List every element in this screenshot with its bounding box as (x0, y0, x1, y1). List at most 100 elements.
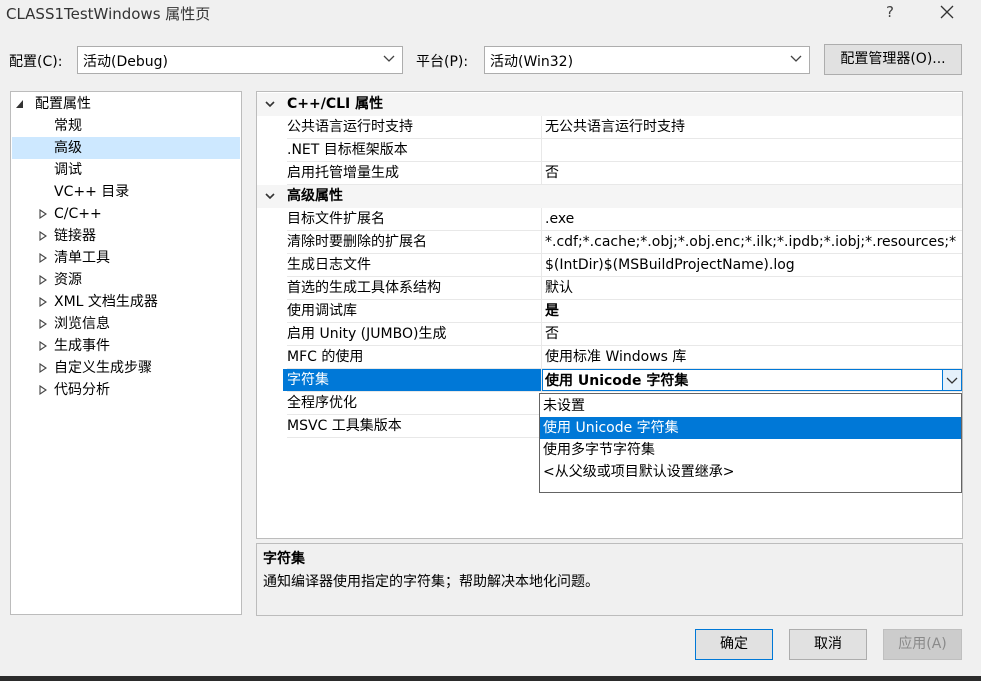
property-row[interactable]: 清除时要删除的扩展名 *.cdf;*.cache;*.obj;*.obj.enc;… (257, 231, 962, 254)
collapsed-triangle-icon (39, 231, 47, 241)
property-value[interactable]: 使用标准 Windows 库 (545, 346, 962, 368)
tree-item-label: VC++ 目录 (54, 184, 130, 200)
close-icon (940, 5, 954, 19)
tree-root-label: 配置属性 (35, 96, 91, 112)
property-row[interactable]: MFC 的使用 使用标准 Windows 库 (257, 346, 962, 369)
property-row[interactable]: 首选的生成工具体系结构 默认 (257, 277, 962, 300)
apply-button[interactable]: 应用(A) (883, 629, 962, 660)
column-divider (541, 323, 542, 346)
property-value[interactable]: 否 (545, 323, 962, 345)
property-tree[interactable]: 配置属性 常规高级调试 VC++ 目录 C/C++ 链接器 清单工具资源 XML 文档生成… (10, 91, 242, 615)
property-name: 启用 Unity (JUMBO)生成 (287, 326, 447, 342)
tree-item[interactable]: 资源 (12, 269, 240, 291)
collapsed-triangle-icon (39, 385, 47, 395)
chevron-down-icon (265, 193, 275, 200)
property-row[interactable]: 生成日志文件 $(IntDir)$(MSBuildProjectName).log (257, 254, 962, 277)
tree-item-label: 生成事件 (54, 338, 110, 354)
title-bar: CLASS1TestWindows 属性页 ? (0, 0, 981, 26)
expanded-triangle-icon (16, 100, 23, 108)
property-value[interactable]: *.cdf;*.cache;*.obj;*.obj.enc;*.ilk;*.ip… (545, 231, 962, 253)
tree-item[interactable]: C/C++ (12, 203, 240, 225)
config-combo[interactable]: 活动(Debug) (77, 46, 403, 74)
collapsed-triangle-icon (39, 209, 47, 219)
column-divider (541, 277, 542, 300)
close-button[interactable] (932, 0, 962, 24)
description-text: 通知编译器使用指定的字符集；帮助解决本地化问题。 (263, 574, 599, 590)
property-value[interactable]: 无公共语言运行时支持 (545, 116, 962, 138)
tree-item[interactable]: XML 文档生成器 (12, 291, 240, 313)
collapsed-triangle-icon (39, 319, 47, 329)
collapsed-triangle-icon (39, 341, 47, 351)
property-row[interactable]: 目标文件扩展名 .exe (257, 208, 962, 231)
tree-item-label: 资源 (54, 272, 82, 288)
tree-item[interactable]: VC++ 目录 (12, 181, 240, 203)
property-value[interactable]: 是 (545, 300, 962, 322)
property-value[interactable]: 使用 Unicode 字符集 (540, 369, 962, 391)
dropdown-option[interactable]: 使用多字节字符集 (540, 439, 961, 461)
property-value[interactable]: 默认 (545, 277, 962, 299)
config-manager-button[interactable]: 配置管理器(O)... (824, 44, 962, 75)
column-divider (541, 254, 542, 277)
property-name: .NET 目标框架版本 (287, 142, 408, 158)
help-button[interactable]: ? (880, 1, 900, 23)
dropdown-option[interactable]: 使用 Unicode 字符集 (540, 417, 961, 439)
property-name: 公共语言运行时支持 (287, 119, 413, 135)
tree-item[interactable]: 代码分析 (12, 379, 240, 401)
tree-item[interactable]: 自定义生成步骤 (12, 357, 240, 379)
tree-item-label: 浏览信息 (54, 316, 110, 332)
platform-combo[interactable]: 活动(Win32) (484, 46, 810, 74)
property-name: MSVC 工具集版本 (287, 418, 402, 434)
tree-item[interactable]: 调试 (12, 159, 240, 181)
description-panel: 字符集 通知编译器使用指定的字符集；帮助解决本地化问题。 (256, 543, 963, 616)
charset-dropdown-list[interactable]: 未设置 使用 Unicode 字符集 使用多字节字符集 <从父级或项目默认设置继承> (539, 393, 962, 493)
platform-label: 平台(P): (416, 54, 469, 70)
property-row[interactable]: 启用 Unity (JUMBO)生成 否 (257, 323, 962, 346)
property-name: 生成日志文件 (287, 257, 371, 273)
category-label: 高级属性 (287, 188, 343, 204)
config-label: 配置(C): (9, 54, 63, 70)
category-label: C++/CLI 属性 (287, 96, 384, 112)
config-value: 活动(Debug) (83, 54, 168, 70)
property-name: 字符集 (283, 369, 543, 391)
property-name: 首选的生成工具体系结构 (287, 280, 441, 296)
property-value[interactable]: $(IntDir)$(MSBuildProjectName).log (545, 254, 962, 276)
collapsed-triangle-icon (39, 297, 47, 307)
property-name: 清除时要删除的扩展名 (287, 234, 427, 250)
property-row[interactable]: 使用调试库 是 (257, 300, 962, 323)
property-row[interactable]: 启用托管增量生成 否 (257, 162, 962, 185)
chevron-down-icon (265, 101, 275, 108)
tree-item[interactable]: 链接器 (12, 225, 240, 247)
tree-item-label: 代码分析 (54, 382, 110, 398)
category-header[interactable]: 高级属性 (257, 185, 962, 208)
cancel-button[interactable]: 取消 (789, 629, 867, 660)
column-divider (541, 231, 542, 254)
taskbar-edge (0, 676, 981, 681)
column-divider (541, 346, 542, 369)
collapsed-triangle-icon (39, 253, 47, 263)
tree-item-label: 自定义生成步骤 (54, 360, 152, 376)
property-row[interactable]: .NET 目标框架版本 (257, 139, 962, 162)
property-value[interactable] (545, 139, 962, 161)
tree-item[interactable]: 生成事件 (12, 335, 240, 357)
property-value[interactable]: 否 (545, 162, 962, 184)
tree-item-label: 高级 (54, 140, 82, 156)
property-row[interactable]: 公共语言运行时支持 无公共语言运行时支持 (257, 116, 962, 139)
tree-item-label: C/C++ (54, 206, 102, 222)
tree-item[interactable]: 浏览信息 (12, 313, 240, 335)
dropdown-option[interactable]: 未设置 (540, 395, 961, 417)
tree-item[interactable]: 高级 (12, 137, 240, 159)
property-value[interactable]: .exe (545, 208, 962, 230)
tree-item[interactable]: 清单工具 (12, 247, 240, 269)
property-name: 目标文件扩展名 (287, 211, 385, 227)
tree-item[interactable]: 常规 (12, 115, 240, 137)
description-title: 字符集 (263, 551, 305, 567)
property-name: 全程序优化 (287, 395, 357, 411)
column-divider (541, 369, 542, 392)
dropdown-option[interactable]: <从父级或项目默认设置继承> (540, 461, 961, 483)
property-name: 启用托管增量生成 (287, 165, 399, 181)
property-row-charset[interactable]: 字符集 使用 Unicode 字符集 (257, 369, 962, 392)
chevron-down-icon (790, 55, 802, 62)
tree-item-label: 调试 (54, 162, 82, 178)
ok-button[interactable]: 确定 (695, 629, 773, 660)
category-header[interactable]: C++/CLI 属性 (257, 93, 962, 116)
